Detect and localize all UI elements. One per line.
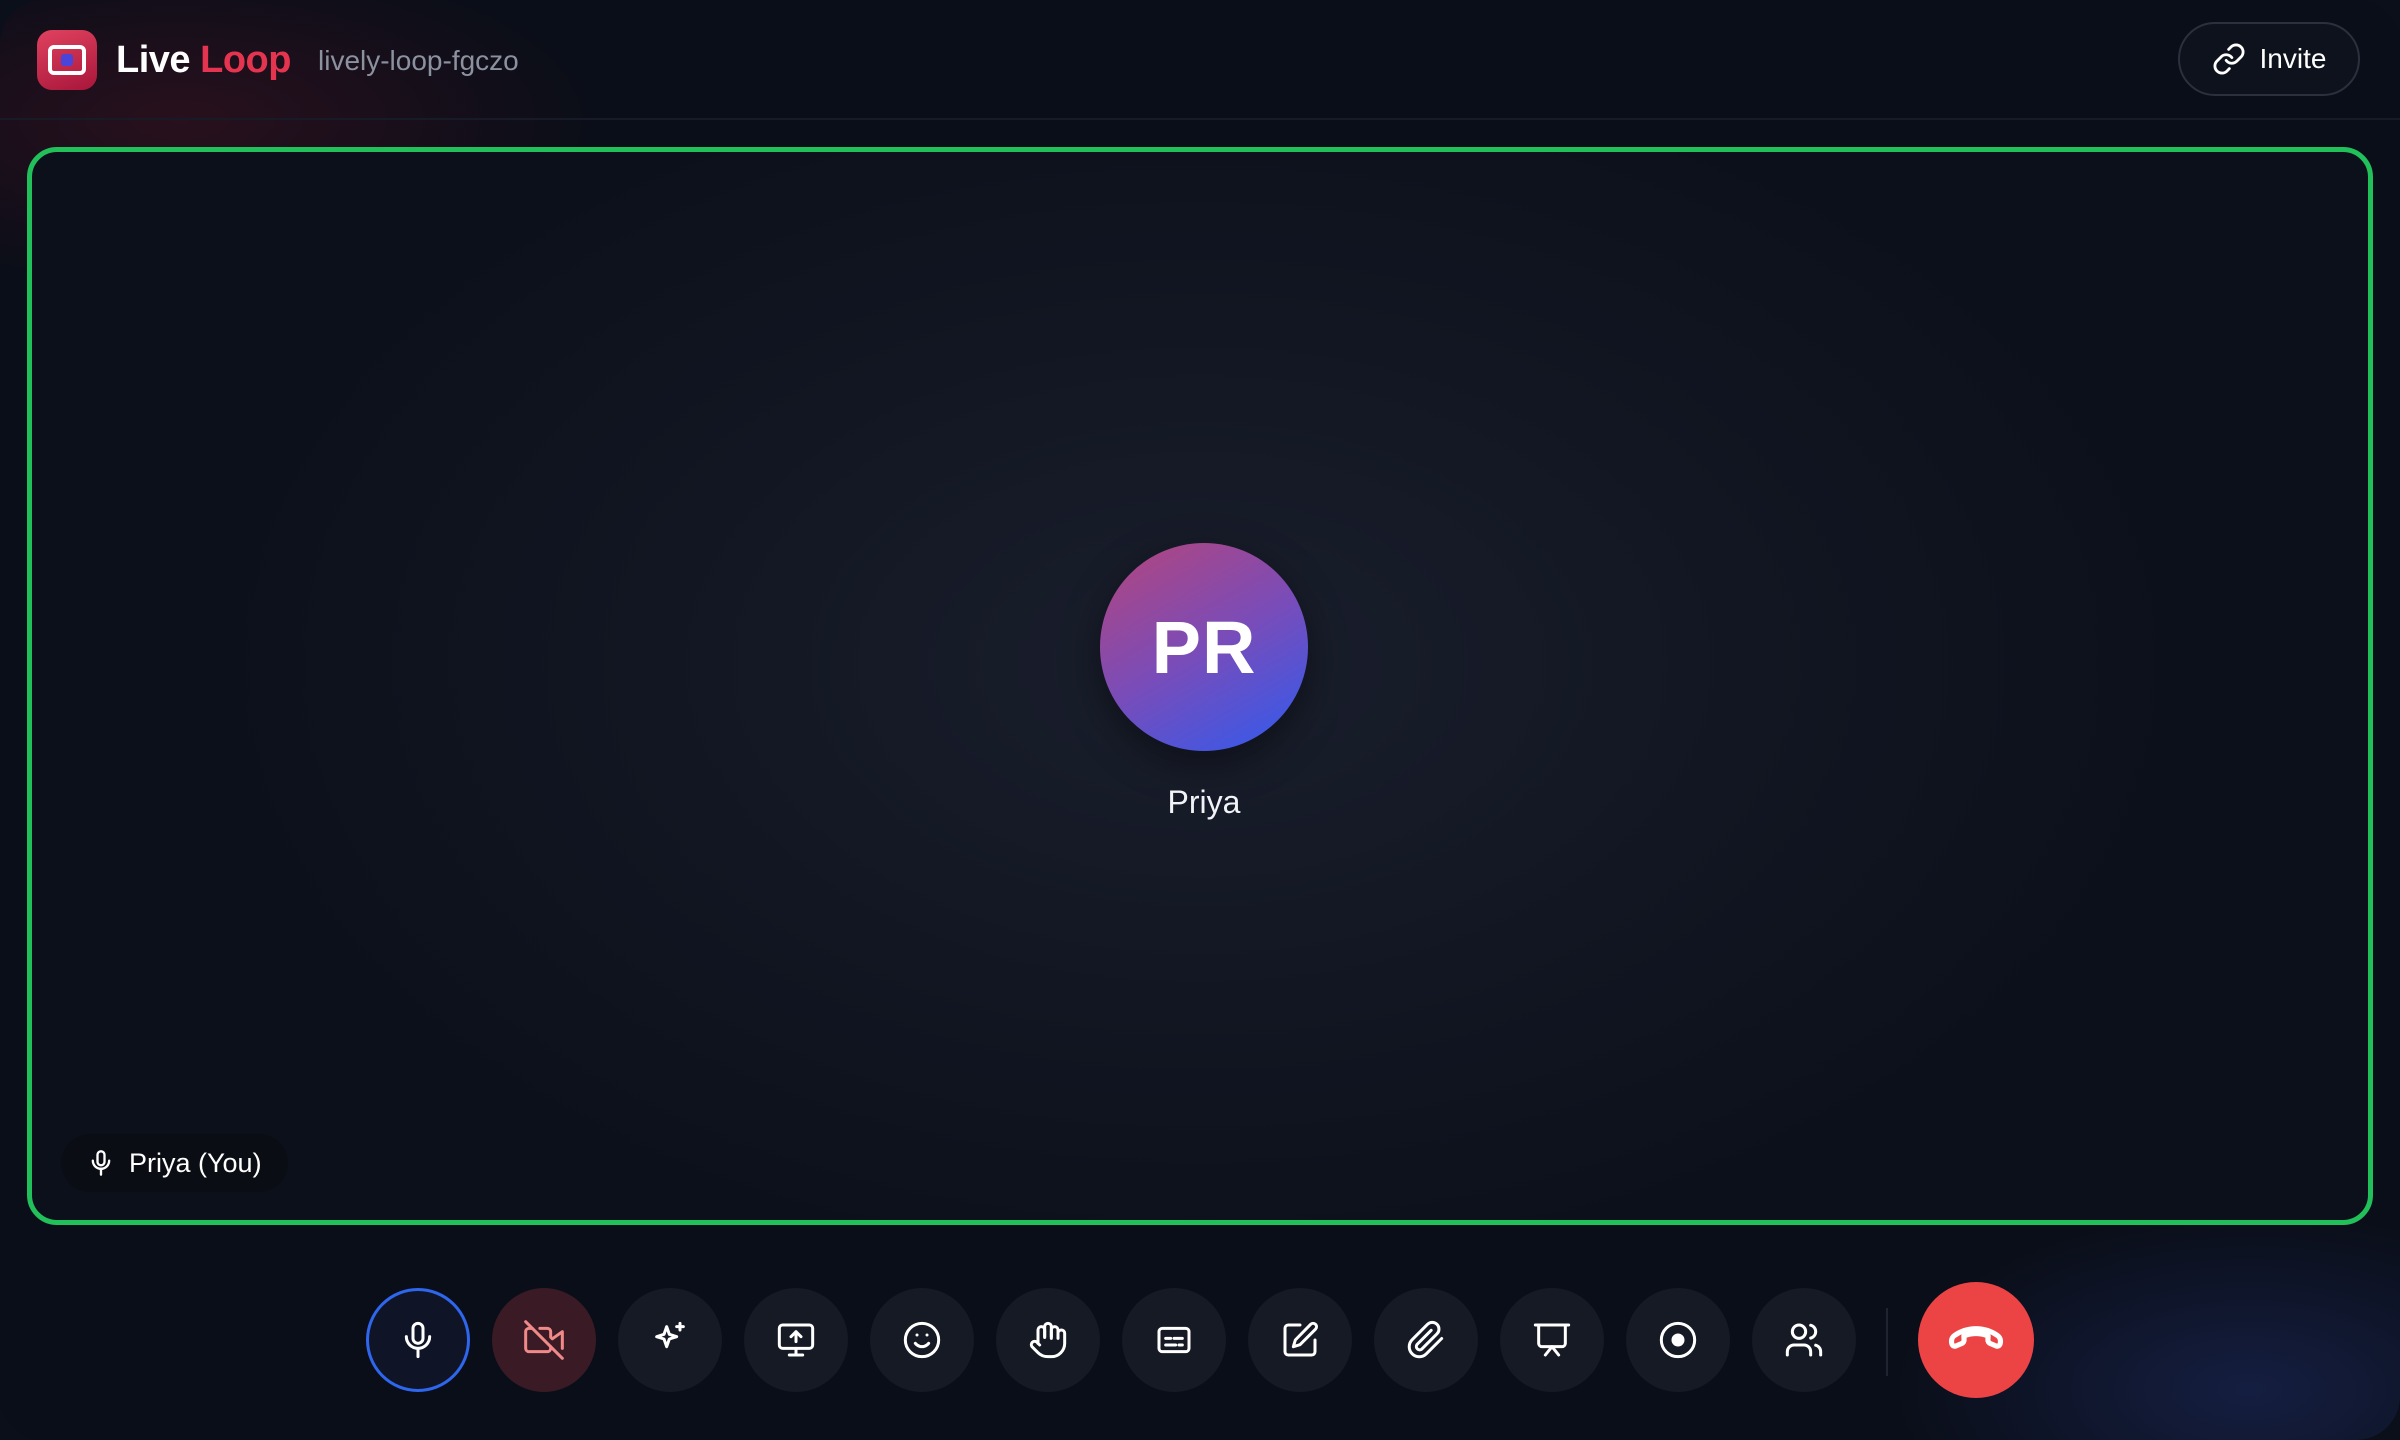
phone-hangup-icon	[1948, 1326, 2004, 1349]
brand-part2: Loop	[200, 39, 291, 81]
sparkles-icon	[655, 1321, 685, 1349]
room-id: lively-loop-fgczo	[318, 45, 519, 76]
invite-button[interactable]: Invite	[2178, 22, 2360, 96]
call-window: Live Loop lively-loop-fgczo Invite PR Pr…	[0, 0, 2400, 1440]
participant-name: Priya	[1167, 784, 1241, 820]
captions-icon	[1157, 1326, 1191, 1354]
brand-name: Live Loop	[116, 34, 291, 86]
camera-button[interactable]	[492, 1288, 596, 1392]
record-button[interactable]	[1626, 1288, 1730, 1392]
self-name-tag: Priya (You)	[61, 1134, 288, 1192]
record-icon	[1659, 1321, 1697, 1359]
self-name-label: Priya (You)	[129, 1147, 262, 1178]
app-logo	[37, 30, 97, 90]
users-icon	[1785, 1323, 1823, 1357]
whiteboard-button[interactable]	[1248, 1288, 1352, 1392]
screen-logo-icon	[48, 45, 86, 75]
paperclip-icon	[1407, 1320, 1444, 1359]
raise-hand-button[interactable]	[996, 1288, 1100, 1392]
smile-icon	[903, 1321, 941, 1359]
video-tile: PR Priya Priya (You)	[27, 147, 2373, 1225]
screen-share-icon	[777, 1323, 815, 1357]
brand-part1: Live	[116, 39, 191, 81]
mic-icon	[91, 1150, 111, 1176]
present-button[interactable]	[1500, 1288, 1604, 1392]
toolbar-divider	[1886, 1308, 1888, 1376]
link-icon	[2213, 43, 2244, 75]
participants-button[interactable]	[1752, 1288, 1856, 1392]
attach-file-button[interactable]	[1374, 1288, 1478, 1392]
share-screen-button[interactable]	[744, 1288, 848, 1392]
call-toolbar	[0, 1280, 2400, 1400]
microphone-button[interactable]	[366, 1288, 470, 1392]
edit-icon	[1283, 1321, 1318, 1357]
reactions-button[interactable]	[870, 1288, 974, 1392]
avatar: PR	[1100, 543, 1308, 751]
camera-off-icon	[524, 1320, 564, 1360]
presentation-icon	[1533, 1323, 1571, 1357]
mic-icon	[404, 1321, 432, 1359]
captions-button[interactable]	[1122, 1288, 1226, 1392]
invite-label: Invite	[2259, 43, 2327, 74]
effects-button[interactable]	[618, 1288, 722, 1392]
end-call-button[interactable]	[1918, 1282, 2034, 1398]
header: Live Loop lively-loop-fgczo Invite	[0, 0, 2400, 120]
hand-icon	[1029, 1321, 1067, 1359]
